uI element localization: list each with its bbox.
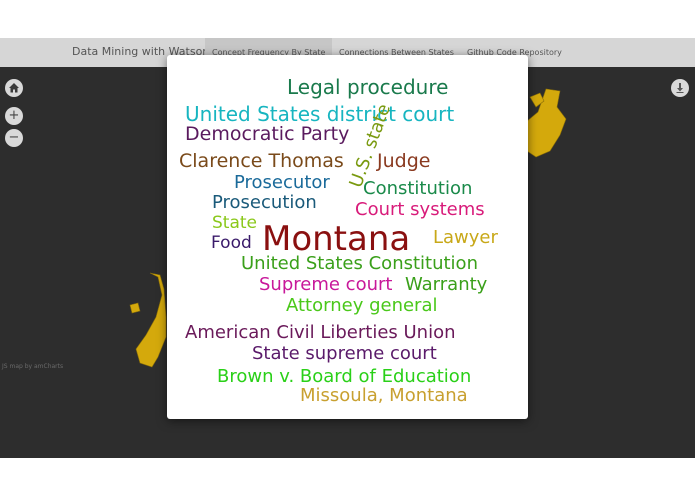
home-button[interactable] (5, 79, 23, 97)
word-cloud-term[interactable]: Prosecution (212, 194, 317, 212)
export-button[interactable] (671, 79, 689, 97)
download-icon (676, 83, 684, 93)
word-cloud-term[interactable]: Prosecutor (234, 174, 330, 192)
word-cloud-term[interactable]: Brown v. Board of Education (217, 368, 471, 386)
zoom-in-button[interactable]: + (5, 107, 23, 125)
map-credit[interactable]: JS map by amCharts (2, 363, 63, 370)
word-cloud-term[interactable]: Supreme court (259, 276, 392, 294)
word-cloud-term[interactable]: State supreme court (252, 345, 437, 363)
word-cloud-term[interactable]: Democratic Party (185, 125, 349, 144)
word-cloud-term[interactable]: Court systems (355, 201, 485, 219)
word-cloud-term[interactable]: Attorney general (286, 297, 437, 315)
word-cloud-term[interactable]: United States district court (185, 104, 454, 124)
home-icon (9, 83, 19, 93)
word-cloud-term[interactable]: Montana (262, 222, 410, 256)
word-cloud-term[interactable]: United States Constitution (241, 255, 478, 273)
word-cloud-term[interactable]: Legal procedure (287, 77, 448, 97)
word-cloud-term[interactable]: Judge (377, 152, 430, 171)
word-cloud-term[interactable]: State (212, 215, 257, 232)
bottom-band (0, 458, 695, 494)
word-cloud-modal: Legal procedure United States district co… (167, 55, 528, 419)
word-cloud-term[interactable]: American Civil Liberties Union (185, 324, 456, 342)
word-cloud-term[interactable]: Warranty (405, 276, 487, 294)
map-region-west-small (129, 302, 141, 314)
word-cloud-term[interactable]: Lawyer (433, 229, 498, 247)
top-band (0, 0, 695, 38)
word-cloud-term[interactable]: Missoula, Montana (300, 387, 468, 405)
word-cloud-term[interactable]: Constitution (363, 180, 472, 198)
zoom-out-button[interactable]: − (5, 129, 23, 147)
word-cloud-term[interactable]: Food (211, 235, 252, 252)
map-region-west (135, 272, 167, 368)
word-cloud-term[interactable]: Clarence Thomas (179, 152, 344, 171)
